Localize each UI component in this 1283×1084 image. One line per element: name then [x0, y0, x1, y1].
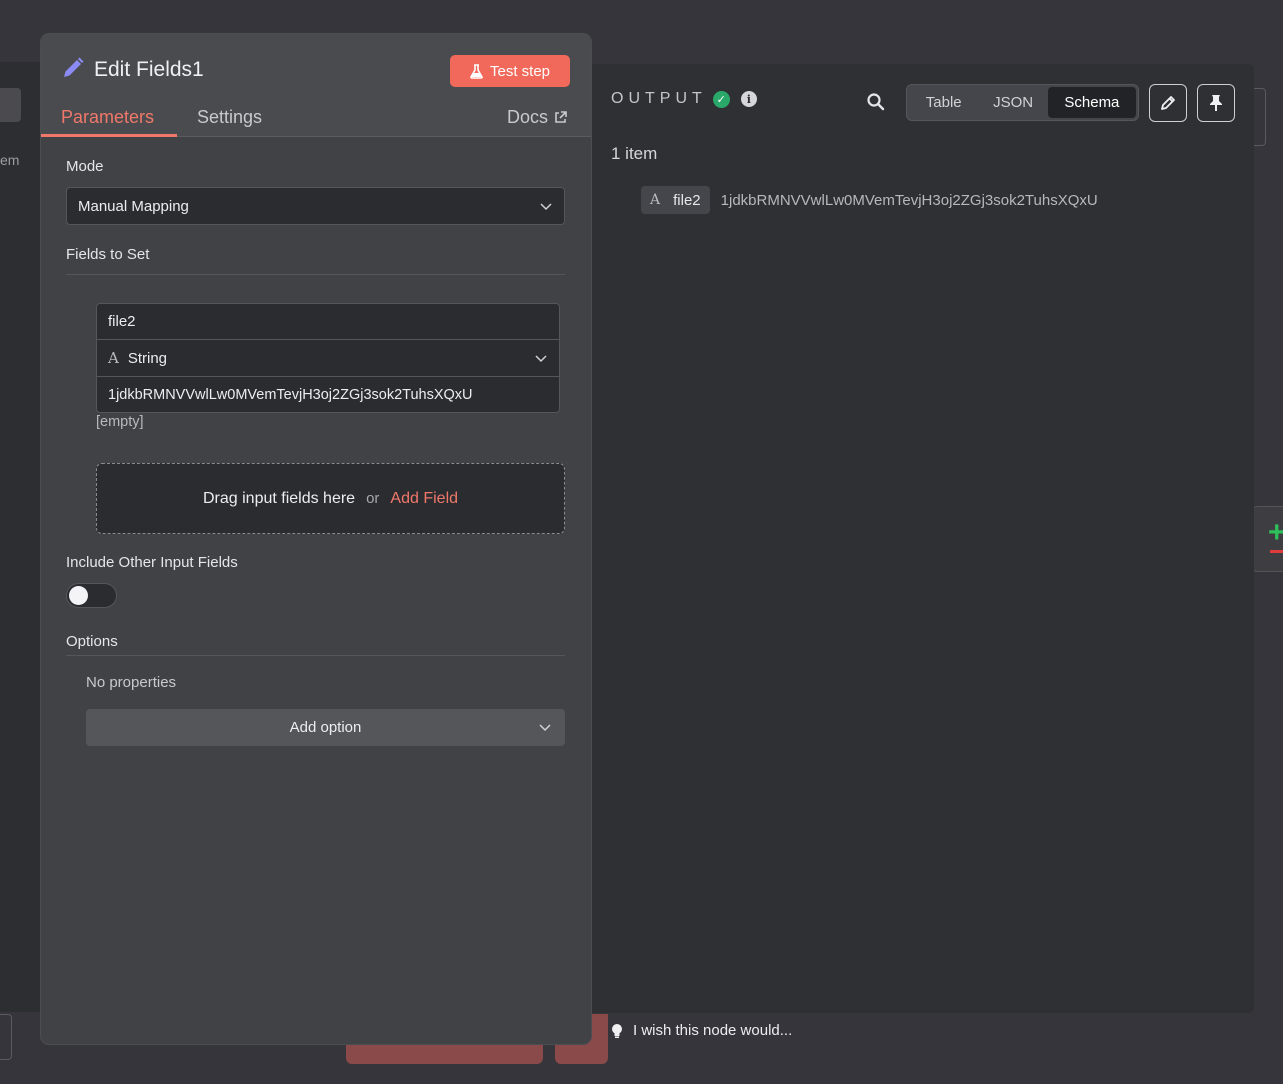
check-circle-icon: ✓ — [712, 90, 730, 108]
view-table-button[interactable]: Table — [909, 87, 978, 118]
canvas-right-box — [1254, 88, 1266, 146]
feedback-text: I wish this node would... — [633, 1022, 793, 1039]
add-option-select[interactable]: Add option — [86, 709, 565, 746]
tab-settings[interactable]: Settings — [197, 107, 262, 128]
drag-text: Drag input fields here — [202, 489, 356, 507]
include-other-fields-toggle[interactable] — [66, 583, 117, 608]
canvas-left-text: em — [0, 152, 20, 168]
schema-key[interactable]: A file2 — [641, 186, 710, 214]
view-schema-button[interactable]: Schema — [1047, 87, 1136, 118]
divider — [66, 274, 565, 275]
field-name-input[interactable]: file2 — [97, 304, 559, 340]
schema-key-label: file2 — [673, 191, 701, 209]
search-icon[interactable] — [866, 92, 886, 112]
chevron-down-icon — [540, 203, 552, 211]
no-properties-text: No properties — [86, 674, 177, 691]
view-toggle: Table JSON Schema — [906, 84, 1139, 121]
field-name-value: file2 — [108, 313, 136, 330]
field-assignment: file2 A String 1jdkbRMNVVwlLw0MVemTevjH3… — [96, 303, 560, 413]
canvas-bottom-box — [0, 1014, 12, 1060]
active-tab-indicator — [41, 134, 177, 137]
info-icon[interactable]: i — [740, 91, 757, 107]
canvas-left-tab[interactable] — [0, 88, 21, 122]
plus-icon[interactable]: + — [1268, 518, 1283, 548]
include-other-fields-label: Include Other Input Fields — [66, 554, 238, 571]
pencil-icon — [1161, 96, 1175, 110]
mode-select[interactable]: Manual Mapping — [66, 187, 565, 225]
output-header: OUTPUT ✓ i — [611, 90, 757, 108]
flask-icon — [470, 63, 483, 79]
or-text: or — [366, 490, 380, 507]
panel-header: Edit Fields1 Test step Parameters Settin… — [41, 34, 591, 137]
divider — [66, 655, 565, 656]
toggle-knob — [69, 586, 88, 605]
mode-value: Manual Mapping — [78, 197, 189, 215]
mode-label: Mode — [66, 158, 104, 175]
field-type-select[interactable]: A String — [97, 340, 559, 377]
edit-output-button[interactable] — [1149, 84, 1187, 122]
field-hint: [empty] — [96, 414, 144, 430]
test-step-label: Test step — [489, 62, 551, 80]
docs-link[interactable]: Docs — [507, 107, 567, 128]
string-type-icon: A — [650, 192, 661, 208]
field-type-value: String — [127, 349, 168, 367]
schema-value: 1jdkbRMNVVwlLw0MVemTevjH3oj2ZGj3sok2Tuhs… — [720, 191, 1098, 209]
field-value-input[interactable]: 1jdkbRMNVVwlLw0MVemTevjH3oj2ZGj3sok2Tuhs… — [97, 377, 559, 413]
schema-row: A file2 1jdkbRMNVVwlLw0MVemTevjH3oj2ZGj3… — [641, 186, 1098, 214]
canvas-left-panel — [0, 62, 42, 1012]
chevron-down-icon — [535, 355, 547, 363]
fields-to-set-label: Fields to Set — [66, 246, 150, 263]
output-title: OUTPUT — [611, 90, 707, 107]
minus-icon[interactable] — [1270, 550, 1283, 553]
pencil-icon — [64, 57, 84, 77]
tab-parameters[interactable]: Parameters — [61, 107, 154, 128]
string-type-icon: A — [108, 349, 119, 367]
add-field-button[interactable]: Add Field — [390, 490, 458, 508]
test-step-button[interactable]: Test step — [450, 55, 570, 87]
chevron-down-icon — [539, 724, 551, 732]
external-link-icon — [555, 111, 567, 123]
panel-title[interactable]: Edit Fields1 — [94, 58, 204, 82]
field-drop-zone[interactable]: Drag input fields here or Add Field — [96, 463, 565, 534]
docs-label: Docs — [507, 107, 549, 127]
edit-fields-panel: Edit Fields1 Test step Parameters Settin… — [41, 34, 591, 1044]
view-json-button[interactable]: JSON — [978, 87, 1047, 118]
pin-icon — [1210, 95, 1222, 111]
feedback-link[interactable]: I wish this node would... — [611, 1022, 792, 1039]
options-label: Options — [66, 633, 118, 650]
item-count: 1 item — [611, 144, 658, 163]
field-value-text: 1jdkbRMNVVwlLw0MVemTevjH3oj2ZGj3sok2Tuhs… — [108, 387, 473, 403]
pin-output-button[interactable] — [1197, 84, 1235, 122]
add-option-label: Add option — [289, 719, 362, 736]
lightbulb-icon — [612, 1023, 622, 1038]
